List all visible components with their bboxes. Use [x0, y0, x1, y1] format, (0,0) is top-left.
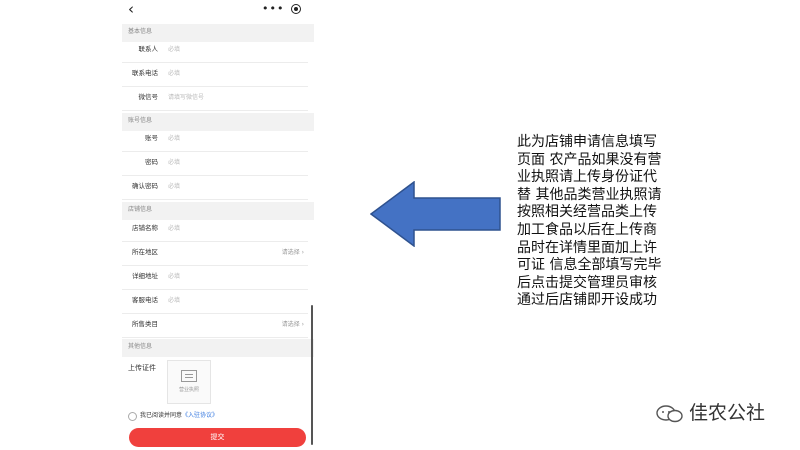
- agreement-link[interactable]: 《入驻协议》: [182, 412, 218, 419]
- submit-button[interactable]: 提交: [129, 428, 306, 447]
- wechat-field[interactable]: 微信号 请填写微信号: [122, 86, 308, 111]
- password-input[interactable]: 必填: [168, 158, 180, 167]
- wechat-icon: [656, 405, 683, 423]
- section-header-other: 其他信息: [122, 339, 314, 357]
- close-miniprogram-icon[interactable]: [291, 4, 301, 14]
- account-field[interactable]: 账号 必填: [122, 127, 308, 152]
- password-field[interactable]: 密码 必填: [122, 151, 308, 176]
- address-input[interactable]: 必填: [168, 272, 180, 281]
- service-phone-field[interactable]: 客服电话 必填: [122, 289, 308, 314]
- mobile-form-screen: ‹ ••• 基本信息 联系人 必填 联系电话 必填 微信号 请填写微信号 账号信…: [122, 0, 314, 450]
- license-upload-box[interactable]: 营业执照: [167, 360, 211, 404]
- license-icon: [181, 370, 197, 382]
- left-arrow-icon: [370, 181, 501, 247]
- contact-field[interactable]: 联系人 必填: [122, 38, 308, 63]
- region-select[interactable]: 请选择 ›: [282, 248, 304, 257]
- annotation-text: 此为店铺申请信息填写页面 农产品如果没有营业执照请上传身份证代替 其他品类营业执…: [517, 134, 662, 309]
- phone-input[interactable]: 必填: [168, 69, 180, 78]
- category-select[interactable]: 请选择 ›: [282, 320, 304, 329]
- agreement-checkbox[interactable]: [128, 412, 137, 421]
- confirm-password-field[interactable]: 确认密码 必填: [122, 175, 308, 200]
- upload-label: 上传证件: [128, 364, 156, 372]
- upload-caption: 营业执照: [178, 387, 199, 393]
- phone-field[interactable]: 联系电话 必填: [122, 62, 308, 87]
- scrollbar[interactable]: [311, 305, 313, 445]
- service-phone-input[interactable]: 必填: [168, 296, 180, 305]
- category-field[interactable]: 所售类目 请选择 ›: [122, 313, 308, 338]
- store-name-input[interactable]: 必填: [168, 224, 180, 233]
- back-icon[interactable]: ‹: [128, 1, 134, 17]
- confirm-password-input[interactable]: 必填: [168, 182, 180, 191]
- wechat-input[interactable]: 请填写微信号: [168, 93, 204, 102]
- more-icon[interactable]: •••: [262, 1, 284, 17]
- address-field[interactable]: 详细地址 必填: [122, 265, 308, 290]
- store-name-field[interactable]: 店铺名称 必填: [122, 217, 308, 242]
- nav-bar: ‹ •••: [122, 0, 314, 22]
- account-input[interactable]: 必填: [168, 134, 180, 143]
- contact-input[interactable]: 必填: [168, 45, 180, 54]
- region-field[interactable]: 所在地区 请选择 ›: [122, 241, 308, 266]
